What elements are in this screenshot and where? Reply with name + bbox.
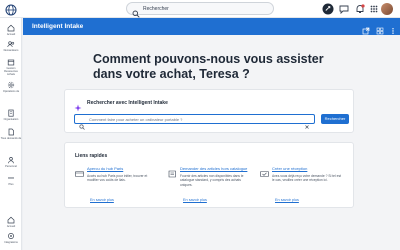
sidebar-item-label: Organisation (3, 118, 19, 121)
person-icon (8, 157, 14, 164)
intake-search-title: Rechercher avec Intelligent Intake (87, 100, 168, 106)
search-icon (132, 5, 140, 18)
quick-link-title[interactable]: Apercu du hub Paris (87, 166, 123, 171)
sidebar-item-organization[interactable]: Organisation (0, 109, 22, 121)
home-icon (7, 216, 15, 224)
welcome-headline: Comment pouvons-nous vous assister dans … (93, 52, 324, 81)
receipt-icon (260, 165, 269, 177)
sidebar-item-home[interactable]: Accueil (0, 24, 22, 36)
quick-link-title[interactable]: Créer une réception (272, 166, 307, 171)
user-avatar[interactable] (381, 3, 393, 15)
gear-icon (7, 81, 15, 89)
quick-link-description: Accès au hub Paris pour initier, trouver… (87, 174, 148, 183)
sidebar-item-label: Intégrations (4, 241, 18, 244)
building-icon (8, 109, 14, 117)
learn-more-link[interactable]: En savoir plus (275, 198, 299, 203)
sidebar: Accueil Demandeurs Gestion Ressources Ac… (0, 18, 22, 250)
sidebar-item-personnel[interactable]: Personnel (0, 156, 22, 168)
global-search-text: Rechercher (143, 6, 169, 12)
sidebar-item-requesters[interactable]: Demandeurs (0, 40, 22, 52)
quick-links-card: Liens rapides Apercu du hub Paris Accès … (64, 142, 354, 208)
quick-link-description: Fournir des articles non disponibles dan… (180, 174, 244, 187)
plug-icon (8, 233, 14, 239)
sidebar-item-integrations[interactable]: Intégrations (0, 232, 22, 244)
top-bar: Rechercher (0, 0, 400, 18)
sidebar-item-label: Opérations de (2, 90, 20, 93)
intake-search-card: Rechercher avec Intelligent Intake Comme… (64, 89, 354, 133)
quick-link-description: Avez-vous déjà reçu votre demande ? Si t… (272, 174, 342, 183)
app-header: Intelligent Intake (23, 18, 400, 35)
sidebar-item-home-bottom[interactable]: Accueil (0, 216, 22, 228)
sidebar-item-purchasing-resources[interactable]: Gestion Ressources Achats (0, 58, 22, 76)
globe-logo-icon[interactable] (5, 3, 17, 16)
intake-search-input[interactable]: Comment faire pour acheter un ordinateur… (74, 114, 315, 130)
search-icon (79, 117, 85, 130)
assistant-icon[interactable] (322, 3, 334, 15)
people-icon (7, 41, 15, 48)
chat-icon[interactable] (338, 3, 350, 15)
sidebar-item-label: Tous demands de (0, 137, 22, 140)
learn-more-link[interactable]: En savoir plus (90, 198, 114, 203)
quick-links-title: Liens rapides (75, 153, 108, 159)
sidebar-item-label: Demandeurs (3, 49, 19, 52)
notification-bell-icon[interactable] (354, 3, 366, 15)
clear-icon[interactable] (304, 117, 310, 129)
search-button[interactable]: Rechercher (321, 114, 349, 124)
apps-grid-icon[interactable] (368, 3, 380, 15)
sidebar-item-label: Accueil (6, 225, 16, 228)
sidebar-item-all-requests[interactable]: Tous demands de (0, 128, 22, 140)
sparkle-icon (74, 99, 82, 112)
more-icon (8, 177, 14, 179)
doc-icon (8, 128, 14, 136)
sidebar-item-label: Plus (8, 183, 14, 186)
grid-view-icon[interactable] (376, 22, 384, 35)
global-search-bar[interactable]: Rechercher (126, 2, 274, 18)
learn-more-link[interactable]: En savoir plus (183, 198, 207, 203)
home-icon (7, 24, 15, 32)
catalog-icon (168, 165, 177, 178)
kebab-menu-icon[interactable] (389, 22, 397, 34)
intake-search-placeholder: Comment faire pour acheter un ordinateur… (89, 117, 183, 122)
sidebar-item-label: Gestion Ressources Achats (4, 67, 18, 76)
quick-link-title[interactable]: Demander des articles hors catalogue (180, 166, 247, 171)
sidebar-item-operations[interactable]: Opérations de (0, 81, 22, 93)
sidebar-item-more[interactable]: Plus (0, 174, 22, 186)
box-icon (7, 59, 15, 66)
page-title: Intelligent Intake (32, 23, 84, 30)
sidebar-item-label: Accueil (6, 33, 16, 36)
new-window-icon[interactable] (362, 22, 370, 35)
hub-icon (75, 165, 84, 177)
sidebar-item-label: Personnel (5, 165, 17, 168)
